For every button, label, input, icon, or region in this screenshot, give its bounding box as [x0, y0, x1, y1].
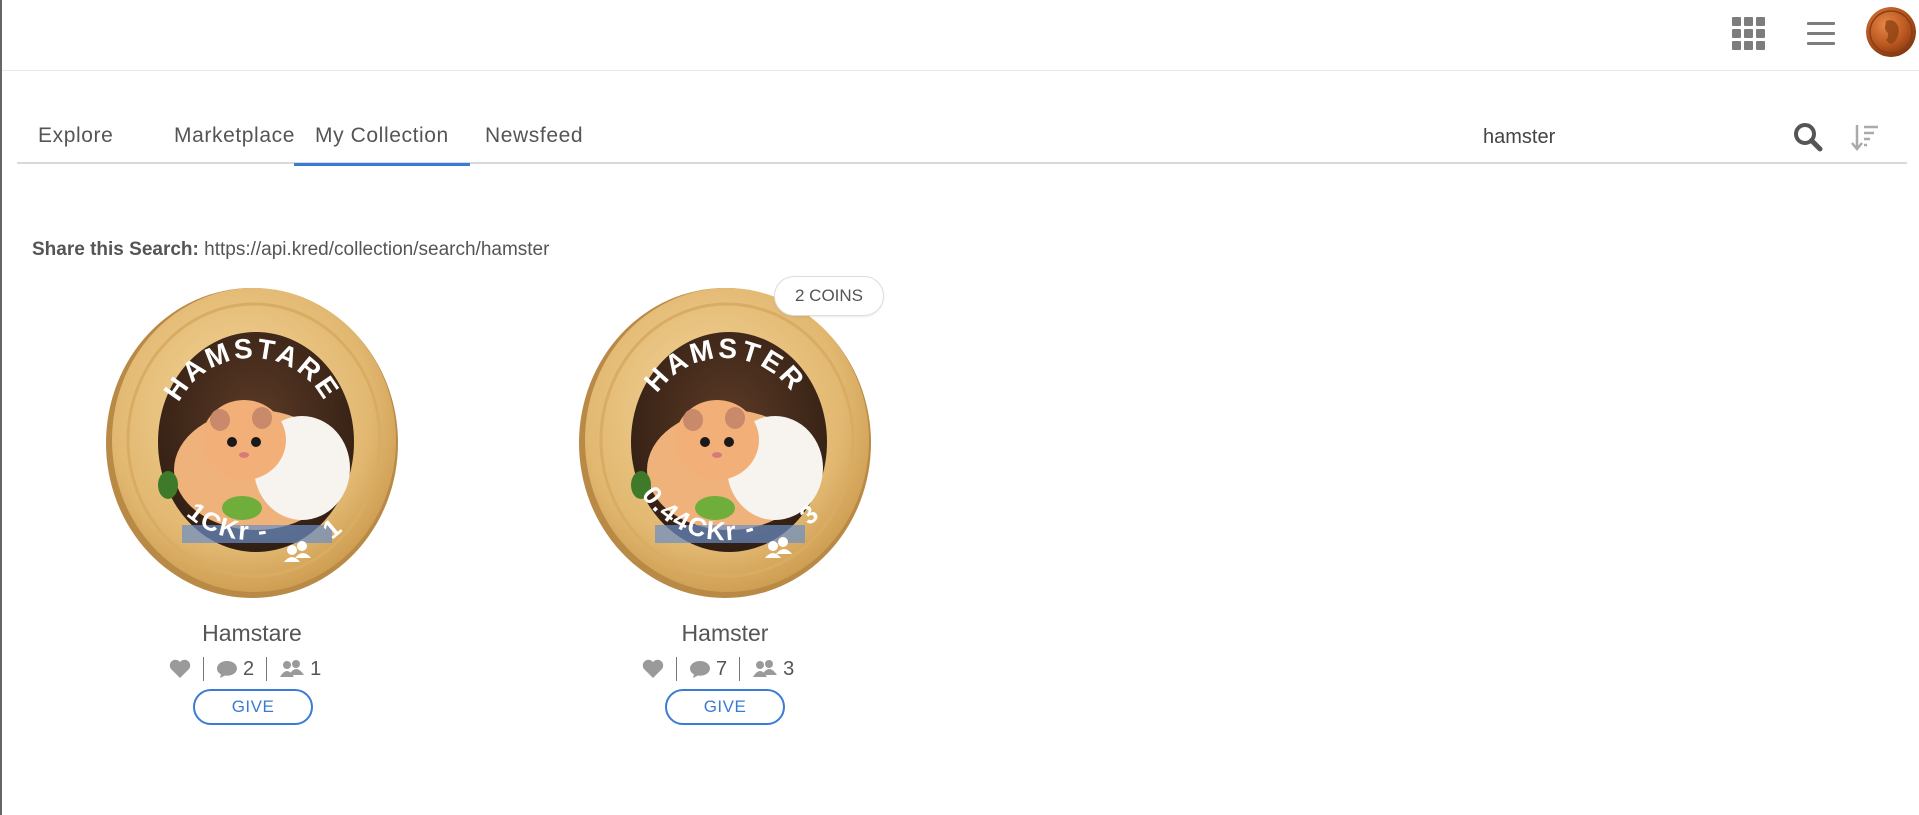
holders-stat[interactable]: 3 [739, 657, 806, 681]
holders-stat[interactable]: 1 [266, 657, 333, 681]
search-input[interactable] [1483, 124, 1783, 150]
comments-count: 7 [716, 657, 728, 680]
search-icon[interactable] [1792, 121, 1824, 153]
holders-count: 3 [783, 657, 795, 680]
like-stat[interactable] [630, 657, 676, 681]
give-button[interactable]: GIVE [665, 689, 785, 725]
comments-stat[interactable]: 7 [676, 657, 739, 681]
coin-image[interactable]: HAMSTER 0.44CKr - 3 [565, 280, 885, 600]
coin-stats: 2 1 [157, 654, 333, 684]
users-icon [753, 660, 778, 677]
comments-count: 2 [243, 657, 255, 680]
hamburger-menu-icon[interactable] [1807, 20, 1837, 48]
like-stat[interactable] [157, 657, 203, 681]
window-left-border [0, 0, 2, 815]
coin-name: Hamster [681, 620, 769, 646]
sort-descending-icon[interactable] [1850, 121, 1882, 153]
give-button[interactable]: GIVE [193, 689, 313, 725]
comments-stat[interactable]: 2 [203, 657, 266, 681]
heart-icon[interactable] [169, 659, 191, 679]
user-avatar[interactable] [1866, 7, 1916, 57]
coin-card-hamstare: HAMSTARE 1CKr - 1 [92, 0, 412, 598]
comment-icon [690, 661, 710, 678]
coin-image[interactable]: HAMSTARE 1CKr - 1 [92, 280, 412, 600]
comment-icon [217, 661, 237, 678]
apps-grid-icon[interactable] [1731, 16, 1767, 50]
coin-count-badge[interactable]: 2 COINS [774, 276, 885, 316]
coin-stats: 7 3 [630, 654, 806, 684]
users-icon [280, 660, 305, 677]
coin-name: Hamstare [202, 620, 302, 646]
heart-icon[interactable] [642, 659, 664, 679]
holders-count: 1 [310, 657, 322, 680]
tab-newsfeed[interactable]: Newsfeed [464, 124, 604, 164]
